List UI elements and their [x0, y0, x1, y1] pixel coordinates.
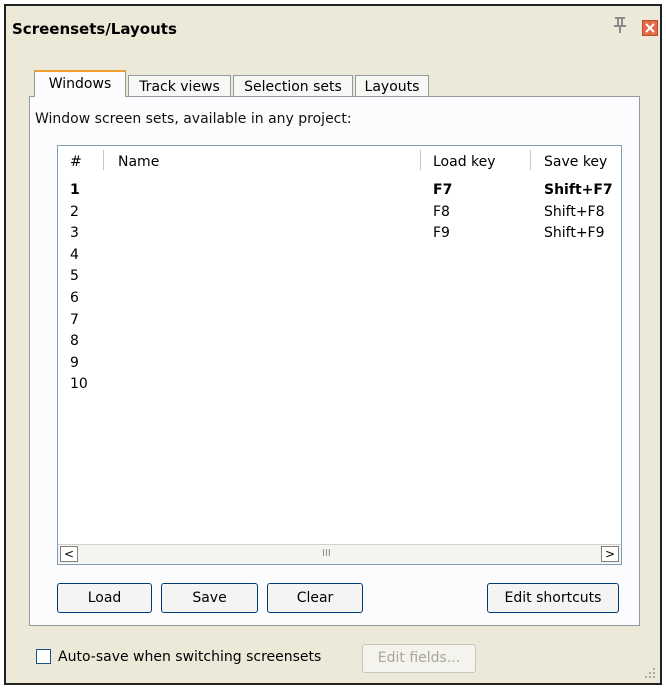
edit-shortcuts-button[interactable]: Edit shortcuts [487, 583, 619, 613]
load-button[interactable]: Load [57, 583, 152, 613]
row-save-key: Shift+F8 [544, 203, 605, 220]
title-bar: Screensets/Layouts [6, 6, 660, 42]
scroll-right-button[interactable]: > [601, 546, 619, 562]
table-row[interactable]: 3 F9 Shift+F9 [58, 225, 621, 246]
table-row[interactable]: 1 F7 Shift+F7 [58, 182, 621, 203]
table-row[interactable]: 8 [58, 333, 621, 354]
column-header-number[interactable]: # [70, 154, 82, 170]
window-title: Screensets/Layouts [12, 20, 177, 38]
row-load-key: F7 [433, 182, 453, 198]
horizontal-scrollbar[interactable]: < III > [58, 544, 621, 564]
row-number: 10 [70, 376, 88, 393]
row-number: 4 [70, 246, 79, 263]
scroll-thumb-grip[interactable]: III [322, 548, 331, 559]
screenset-list[interactable]: # Name Load key Save key 1 F7 Shift+F7 2 F8 S… [57, 145, 622, 565]
row-number: 2 [70, 203, 79, 220]
table-row[interactable]: 5 [58, 268, 621, 289]
row-number: 1 [70, 182, 80, 198]
scroll-left-button[interactable]: < [60, 546, 78, 562]
row-load-key: F9 [433, 225, 450, 242]
table-row[interactable]: 7 [58, 312, 621, 333]
column-separator[interactable] [530, 150, 531, 170]
screensets-window: Screensets/Layouts Windows Track views S… [4, 4, 662, 685]
autosave-label[interactable]: Auto-save when switching screensets [58, 649, 321, 665]
table-row[interactable]: 6 [58, 290, 621, 311]
clear-button[interactable]: Clear [267, 583, 363, 613]
row-save-key: Shift+F7 [544, 182, 613, 198]
resize-grip-icon[interactable] [644, 667, 656, 679]
list-header: # Name Load key Save key [58, 146, 621, 176]
table-row[interactable]: 10 [58, 376, 621, 397]
autosave-checkbox[interactable] [36, 649, 51, 664]
column-separator[interactable] [420, 150, 421, 170]
row-load-key: F8 [433, 203, 450, 220]
row-number: 9 [70, 354, 79, 371]
tab-windows[interactable]: Windows [34, 70, 126, 97]
row-number: 7 [70, 311, 79, 328]
row-save-key: Shift+F9 [544, 225, 605, 242]
row-number: 6 [70, 290, 79, 306]
column-header-save-key[interactable]: Save key [544, 154, 607, 170]
row-number: 3 [70, 225, 79, 242]
row-number: 8 [70, 333, 79, 350]
table-row[interactable]: 2 F8 Shift+F8 [58, 204, 621, 225]
panel-caption: Window screen sets, available in any pro… [35, 111, 352, 127]
pin-icon[interactable] [613, 15, 627, 33]
table-row[interactable]: 9 [58, 355, 621, 376]
tab-selection-sets[interactable]: Selection sets [233, 75, 353, 97]
save-button[interactable]: Save [161, 583, 258, 613]
row-number: 5 [70, 268, 79, 285]
column-header-load-key[interactable]: Load key [433, 154, 496, 170]
tab-track-views[interactable]: Track views [128, 75, 231, 97]
column-separator[interactable] [103, 150, 104, 170]
tab-layouts[interactable]: Layouts [355, 75, 429, 97]
edit-fields-button: Edit fields... [362, 644, 476, 673]
column-header-name[interactable]: Name [118, 154, 159, 170]
table-row[interactable]: 4 [58, 247, 621, 268]
close-icon[interactable] [642, 20, 658, 36]
